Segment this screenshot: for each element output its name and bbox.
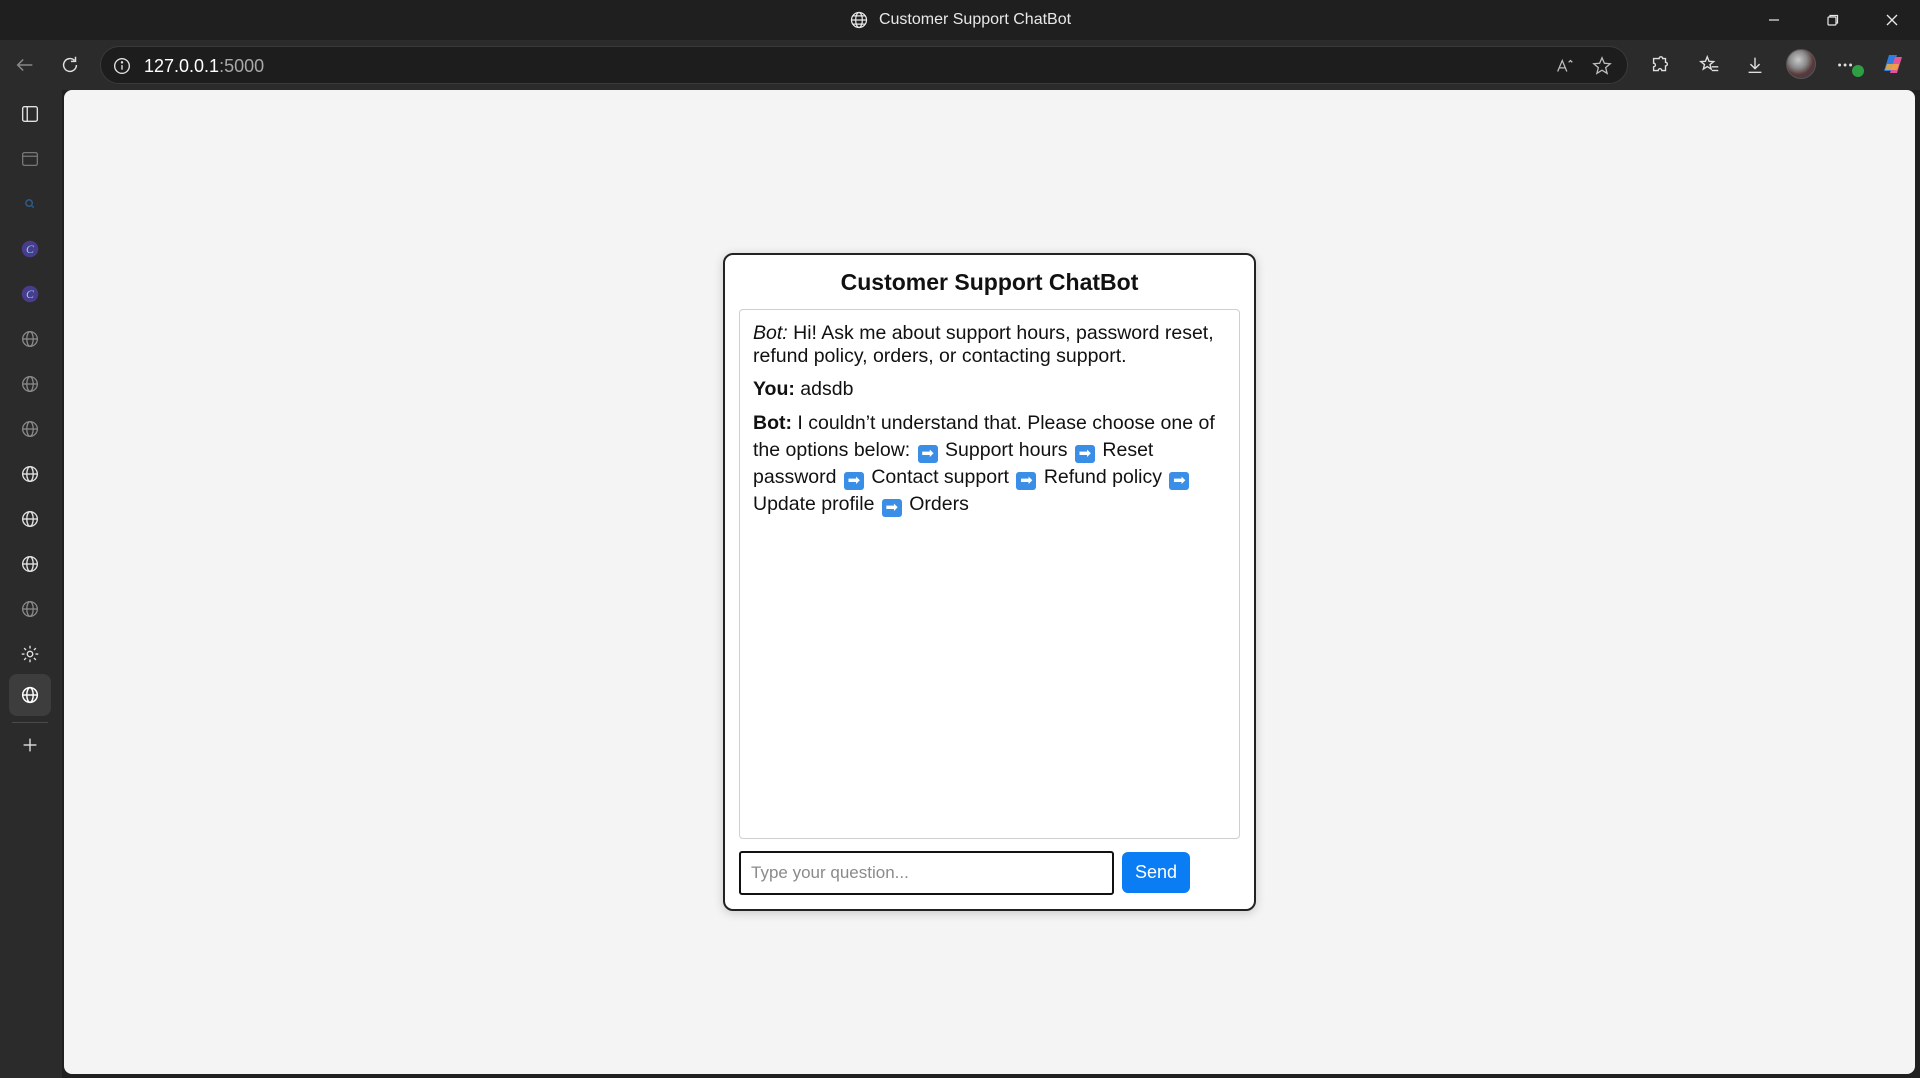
arrow-right-icon: ➡ [1016, 472, 1037, 490]
globe-icon [21, 510, 39, 528]
close-button[interactable] [1864, 0, 1920, 40]
plus-icon [23, 738, 37, 752]
chatbot-heading: Customer Support ChatBot [840, 269, 1139, 295]
c-logo-icon: C [21, 240, 39, 258]
site-info-icon[interactable] [111, 55, 133, 77]
sidebar-item-2[interactable] [16, 190, 44, 218]
search-icon [25, 199, 35, 209]
globe-icon [22, 376, 38, 392]
option-text: Refund policy [1043, 466, 1162, 488]
arrow-right-icon: ➡ [917, 445, 938, 463]
update-badge [1852, 65, 1864, 77]
svg-text:C: C [26, 242, 35, 256]
url-port: :5000 [219, 56, 265, 76]
sidebar-item-8[interactable] [16, 460, 44, 488]
option-text: Orders [909, 493, 969, 515]
user-message: You: adsdb [753, 377, 1226, 401]
option-text: Support hours [945, 439, 1068, 461]
sidebar-item-13-active[interactable] [16, 681, 44, 709]
url-text[interactable]: 127.0.0.1:5000 [144, 47, 264, 85]
sidebar-item-5[interactable] [16, 325, 44, 353]
download-icon [1748, 57, 1762, 74]
window-title-group: Customer Support ChatBot [0, 0, 1920, 40]
sidebar-item-11[interactable] [16, 595, 44, 623]
globe-icon [21, 686, 39, 704]
sidebar-item-3[interactable]: C [16, 235, 44, 263]
downloads-button[interactable] [1735, 45, 1775, 85]
favorites-list-icon [1699, 54, 1719, 72]
arrow-right-icon: ➡ [843, 472, 864, 490]
message-sender: Bot: [753, 412, 792, 434]
globe-icon [850, 11, 868, 29]
option-text: Contact support [871, 466, 1009, 488]
chat-messages-box[interactable]: Bot: Hi! Ask me about support hours, pas… [739, 309, 1240, 839]
globe-icon [22, 601, 38, 617]
browser-toolbar: 127.0.0.1:5000 [0, 40, 1920, 90]
restore-icon [1827, 14, 1839, 26]
arrow-right-icon: ➡ [1169, 472, 1190, 490]
chatbot-container: Customer Support ChatBot Bot: Hi! Ask me… [723, 253, 1256, 911]
read-aloud-icon[interactable] [1554, 55, 1576, 77]
sidebar-item-7[interactable] [16, 415, 44, 443]
page-viewport: Customer Support ChatBot Bot: Hi! Ask me… [64, 90, 1915, 1074]
c-logo-icon: C [21, 285, 39, 303]
globe-icon [21, 465, 39, 483]
send-button[interactable]: Send [1122, 852, 1190, 893]
sidebar-tab-actions[interactable] [16, 100, 44, 128]
globe-icon [21, 555, 39, 573]
copilot-icon[interactable] [1878, 49, 1908, 79]
reload-button[interactable] [50, 45, 90, 85]
restore-button[interactable] [1805, 0, 1861, 40]
question-input[interactable] [739, 851, 1114, 895]
puzzle-icon [1652, 56, 1668, 72]
window-titlebar: Customer Support ChatBot [0, 0, 1920, 40]
favorites-button[interactable] [1690, 45, 1730, 85]
profile-avatar[interactable] [1786, 49, 1816, 79]
favorite-star-icon[interactable] [1591, 55, 1613, 77]
arrow-right-icon: ➡ [881, 499, 902, 517]
message-text: Hi! Ask me about support hours, password… [753, 322, 1214, 367]
message-sender: You: [753, 378, 795, 400]
svg-text:C: C [26, 287, 35, 301]
address-bar[interactable]: 127.0.0.1:5000 [100, 46, 1628, 84]
sidebar-item-6[interactable] [16, 370, 44, 398]
back-arrow-icon [16, 58, 33, 72]
option-text: Update profile [753, 493, 875, 515]
sidebar-item-9[interactable] [16, 505, 44, 533]
reload-icon [62, 56, 78, 73]
message-text: adsdb [794, 378, 854, 400]
bot-message: Bot: Hi! Ask me about support hours, pas… [753, 322, 1226, 368]
window-title: Customer Support ChatBot [878, 11, 1072, 28]
back-button[interactable] [5, 45, 45, 85]
globe-icon [22, 421, 38, 437]
tab-actions-icon [21, 105, 39, 123]
sidebar-divider [12, 722, 48, 723]
window-icon [22, 151, 38, 167]
sidebar-add-button[interactable] [16, 731, 44, 759]
message-sender: Bot: [753, 322, 788, 344]
url-host: 127.0.0.1 [144, 56, 220, 76]
bot-message: Bot: I couldn’t understand that. Please … [753, 410, 1226, 518]
arrow-right-icon: ➡ [1074, 445, 1095, 463]
close-icon [1886, 14, 1898, 26]
sidebar-item-1[interactable] [16, 145, 44, 173]
globe-icon [22, 331, 38, 347]
minimize-button[interactable] [1746, 0, 1802, 40]
sidebar-item-12[interactable] [16, 640, 44, 668]
browser-sidebar: C C [0, 90, 62, 1078]
minimize-icon [1769, 19, 1779, 21]
sidebar-item-4[interactable]: C [16, 280, 44, 308]
extensions-button[interactable] [1640, 45, 1680, 85]
gear-icon [21, 645, 39, 663]
sidebar-item-10[interactable] [16, 550, 44, 578]
